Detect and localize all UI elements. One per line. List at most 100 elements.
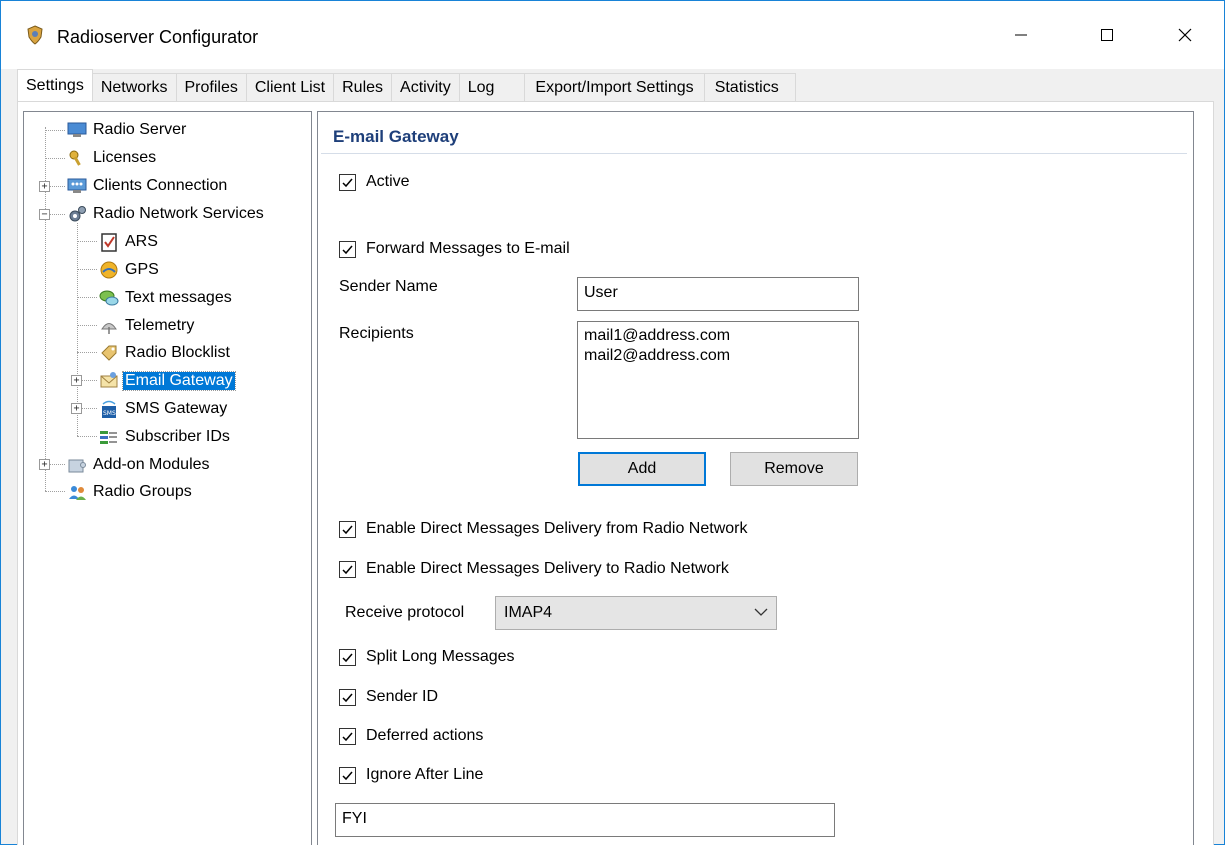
tab-rules[interactable]: Rules bbox=[333, 73, 393, 101]
envelope-icon bbox=[99, 371, 119, 391]
svg-text:SMS: SMS bbox=[103, 410, 116, 417]
deferred-actions-label: Deferred actions bbox=[366, 727, 484, 744]
sender-name-label: Sender Name bbox=[339, 278, 438, 295]
tab-log[interactable]: Log bbox=[458, 73, 526, 101]
tree-line bbox=[77, 241, 97, 242]
key-icon bbox=[67, 148, 87, 168]
minimize-button[interactable] bbox=[981, 1, 1061, 69]
tree-item-text-messages[interactable]: Text messages bbox=[99, 285, 234, 311]
remove-button[interactable]: Remove bbox=[730, 452, 858, 486]
server-monitor-icon bbox=[67, 120, 87, 140]
recipients-label: Recipients bbox=[339, 325, 414, 342]
tree-item-telemetry[interactable]: Telemetry bbox=[99, 313, 196, 339]
tree-line bbox=[77, 436, 97, 437]
window-title: Radioserver Configurator bbox=[57, 27, 259, 47]
checkmark-icon bbox=[339, 766, 356, 784]
deferred-actions-checkbox[interactable]: Deferred actions bbox=[339, 727, 483, 745]
clipboard-check-icon bbox=[99, 232, 119, 252]
tab-profiles[interactable]: Profiles bbox=[175, 73, 247, 101]
tree-item-subscriber-ids[interactable]: Subscriber IDs bbox=[99, 424, 232, 450]
tab-statistics[interactable]: Statistics bbox=[703, 73, 796, 101]
checkmark-icon bbox=[339, 648, 356, 666]
section-divider bbox=[321, 153, 1187, 154]
tree-line bbox=[45, 491, 65, 492]
tree-item-sms-gateway[interactable]: SMS SMS Gateway bbox=[99, 396, 229, 422]
collapse-toggle-radio-network-services[interactable]: − bbox=[39, 209, 50, 220]
ignore-after-line-label: Ignore After Line bbox=[366, 766, 484, 783]
receive-protocol-select[interactable]: IMAP4 bbox=[495, 596, 777, 630]
direct-delivery-to-label: Enable Direct Messages Delivery to Radio… bbox=[366, 560, 729, 577]
tree-item-gps[interactable]: GPS bbox=[99, 257, 161, 283]
tree-item-clients-connection[interactable]: Clients Connection bbox=[67, 173, 229, 199]
receive-protocol-value: IMAP4 bbox=[504, 604, 553, 621]
tree-item-radio-blocklist[interactable]: Radio Blocklist bbox=[99, 340, 232, 366]
tree-item-radio-server[interactable]: Radio Server bbox=[67, 117, 188, 143]
minimize-icon bbox=[1015, 34, 1027, 36]
tree-line bbox=[45, 158, 65, 159]
checkmark-icon bbox=[339, 560, 356, 578]
tab-settings[interactable]: Settings bbox=[17, 69, 93, 101]
recipient-item[interactable]: mail2@address.com bbox=[584, 346, 852, 366]
close-button[interactable] bbox=[1145, 1, 1225, 69]
checkmark-icon bbox=[339, 173, 356, 191]
active-label: Active bbox=[366, 173, 410, 190]
tab-activity[interactable]: Activity bbox=[391, 73, 460, 101]
expand-toggle-clients-connection[interactable]: + bbox=[39, 181, 50, 192]
direct-delivery-to-checkbox[interactable]: Enable Direct Messages Delivery to Radio… bbox=[339, 560, 729, 578]
expand-toggle-sms-gateway[interactable]: + bbox=[71, 403, 82, 414]
app-logo-icon bbox=[25, 25, 45, 45]
satellite-dish-icon bbox=[99, 316, 119, 336]
tree-line bbox=[77, 352, 97, 353]
direct-delivery-from-checkbox[interactable]: Enable Direct Messages Delivery from Rad… bbox=[339, 520, 747, 538]
add-button[interactable]: Add bbox=[578, 452, 706, 486]
tree-item-radio-network-services[interactable]: Radio Network Services bbox=[67, 201, 266, 227]
tree-line bbox=[77, 325, 97, 326]
tab-strip: Settings Networks Profiles Client List R… bbox=[17, 69, 796, 101]
tag-icon bbox=[99, 343, 119, 363]
recipients-list[interactable]: mail1@address.com mail2@address.com bbox=[577, 321, 859, 439]
forward-messages-label: Forward Messages to E-mail bbox=[366, 240, 570, 257]
tab-export-import-settings[interactable]: Export/Import Settings bbox=[524, 73, 705, 101]
tab-client-list[interactable]: Client List bbox=[245, 73, 335, 101]
sender-id-checkbox[interactable]: Sender ID bbox=[339, 688, 438, 706]
maximize-button[interactable] bbox=[1067, 1, 1147, 69]
maximize-icon bbox=[1101, 29, 1113, 41]
sms-icon: SMS bbox=[99, 399, 119, 419]
ignore-after-line-checkbox[interactable]: Ignore After Line bbox=[339, 766, 483, 784]
users-group-icon bbox=[67, 482, 87, 502]
section-title: E-mail Gateway bbox=[333, 127, 459, 146]
network-icon bbox=[67, 176, 87, 196]
checkmark-icon bbox=[339, 688, 356, 706]
sender-name-field[interactable]: User bbox=[577, 277, 859, 311]
checkmark-icon bbox=[339, 240, 356, 258]
app-window: Radioserver Configurator Settings Networ… bbox=[0, 0, 1225, 845]
checkmark-icon bbox=[339, 520, 356, 538]
expand-toggle-addon-modules[interactable]: + bbox=[39, 459, 50, 470]
tree-line bbox=[77, 269, 97, 270]
checkmark-icon bbox=[339, 727, 356, 745]
active-checkbox[interactable]: Active bbox=[339, 173, 410, 191]
sender-id-label: Sender ID bbox=[366, 688, 439, 705]
title-bar: Radioserver Configurator bbox=[1, 1, 1224, 69]
tree-item-addon-modules[interactable]: Add-on Modules bbox=[67, 452, 212, 478]
split-long-messages-label: Split Long Messages bbox=[366, 648, 515, 665]
gears-icon bbox=[67, 204, 87, 224]
globe-icon bbox=[99, 260, 119, 280]
ignore-after-line-field[interactable]: FYI bbox=[335, 803, 835, 837]
tree-item-ars[interactable]: ARS bbox=[99, 229, 160, 255]
forward-messages-checkbox[interactable]: Forward Messages to E-mail bbox=[339, 240, 570, 258]
receive-protocol-label: Receive protocol bbox=[345, 604, 465, 621]
tree-line bbox=[77, 297, 97, 298]
tree-item-licenses[interactable]: Licenses bbox=[67, 145, 158, 171]
split-long-messages-checkbox[interactable]: Split Long Messages bbox=[339, 648, 515, 666]
expand-toggle-email-gateway[interactable]: + bbox=[71, 375, 82, 386]
tree-item-email-gateway[interactable]: Email Gateway bbox=[99, 368, 236, 394]
tab-networks[interactable]: Networks bbox=[91, 73, 177, 101]
id-list-icon bbox=[99, 427, 119, 447]
tree-item-radio-groups[interactable]: Radio Groups bbox=[67, 479, 194, 505]
tree-line bbox=[45, 130, 65, 131]
recipient-item[interactable]: mail1@address.com bbox=[584, 326, 852, 346]
puzzle-icon bbox=[67, 455, 87, 475]
chat-bubbles-icon bbox=[99, 288, 119, 308]
chevron-down-icon bbox=[754, 604, 768, 622]
